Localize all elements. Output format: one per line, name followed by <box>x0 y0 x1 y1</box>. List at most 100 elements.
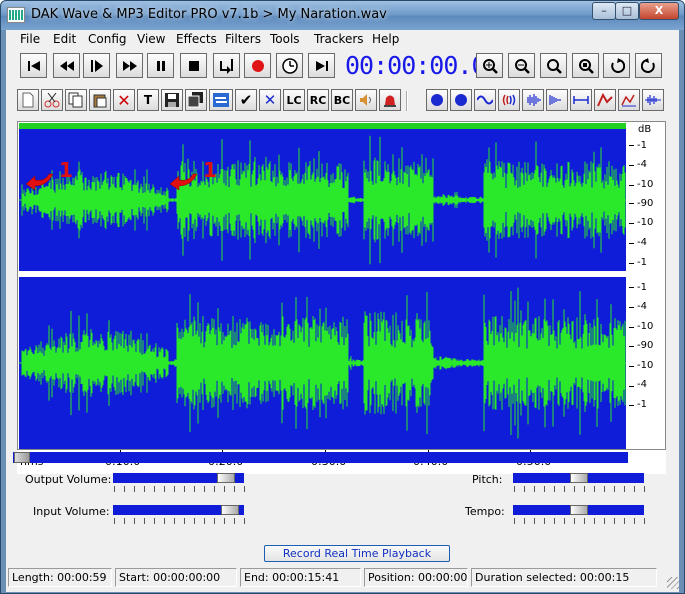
pitch-slider[interactable] <box>513 473 644 483</box>
rc-button[interactable]: RC <box>307 89 329 111</box>
menu-tools[interactable]: Tools <box>270 32 300 46</box>
scissors-icon <box>44 92 60 108</box>
effect-wave-c-button[interactable] <box>546 89 568 111</box>
new-button[interactable] <box>17 89 39 111</box>
menu-effects[interactable]: Effects <box>176 32 217 46</box>
close-button[interactable]: X <box>639 2 679 20</box>
effect-stretch-button[interactable] <box>642 89 664 111</box>
stop-button[interactable] <box>180 53 207 78</box>
right-channel-waveform[interactable] <box>19 277 626 449</box>
undo-button[interactable] <box>603 53 630 78</box>
waveform-path <box>21 135 626 265</box>
effect-echo-button[interactable] <box>498 89 520 111</box>
redo-button[interactable] <box>635 53 662 78</box>
input-volume-slider[interactable] <box>113 505 244 515</box>
slider-knob[interactable] <box>217 473 235 483</box>
app-icon[interactable] <box>7 7 25 23</box>
marker-label[interactable]: 1 <box>203 158 217 182</box>
scale-tick <box>629 386 634 387</box>
record-real-time-playback-button[interactable]: Record Real Time Playback <box>264 545 450 562</box>
menu-help[interactable]: Help <box>372 32 399 46</box>
rewind-icon <box>59 60 74 71</box>
blue-dot-icon <box>455 94 467 106</box>
delete-button[interactable]: ✕ <box>113 89 135 111</box>
effect-wave-a-button[interactable] <box>474 89 496 111</box>
slider-ticks <box>114 518 245 524</box>
effect-range-button[interactable] <box>570 89 592 111</box>
scale-tick <box>629 346 634 347</box>
fast-forward-icon <box>122 60 137 71</box>
save-all-button[interactable] <box>185 89 207 111</box>
swap-button[interactable] <box>209 89 233 111</box>
lc-button[interactable]: LC <box>283 89 305 111</box>
slider-knob[interactable] <box>570 473 588 483</box>
menu-trackers[interactable]: Trackers <box>314 32 364 46</box>
title-bar[interactable]: DAK Wave & MP3 Editor PRO v7.1b > My Nar… <box>1 1 684 30</box>
cut-button[interactable] <box>41 89 63 111</box>
db-label: -90 <box>637 340 654 351</box>
zoom-selection-button[interactable] <box>572 53 599 78</box>
pause-button[interactable] <box>147 53 174 78</box>
slider-knob[interactable] <box>221 505 239 515</box>
scale-tick <box>629 287 634 288</box>
menu-config[interactable]: Config <box>88 32 127 46</box>
record-button[interactable] <box>244 53 271 78</box>
waveform-path <box>21 287 626 439</box>
skip-to-start-button[interactable] <box>20 53 47 78</box>
save-button[interactable] <box>161 89 183 111</box>
db-label: -90 <box>637 198 654 209</box>
save-all-icon <box>188 92 203 108</box>
bc-button[interactable]: BC <box>331 89 353 111</box>
play-loop-button[interactable] <box>213 53 240 78</box>
resize-grip[interactable] <box>667 577 679 589</box>
tempo-slider[interactable] <box>513 505 644 515</box>
horizontal-scrollbar[interactable] <box>13 452 628 463</box>
status-position: Position: 00:00:00:00 <box>364 568 468 587</box>
copy-button[interactable] <box>65 89 87 111</box>
play-button[interactable] <box>83 53 110 78</box>
volume-button[interactable] <box>355 89 377 111</box>
db-label: -4 <box>637 301 647 312</box>
rewind-button[interactable] <box>53 53 80 78</box>
echo-icon <box>502 94 516 106</box>
output-volume-slider[interactable] <box>113 473 244 483</box>
maximize-button[interactable]: □ <box>615 2 639 20</box>
zoom-out-button[interactable] <box>508 53 535 78</box>
copy-icon <box>68 92 83 108</box>
fast-forward-button[interactable] <box>116 53 143 78</box>
menu-file[interactable]: File <box>20 32 40 46</box>
zoom-fit-button[interactable] <box>540 53 567 78</box>
menu-view[interactable]: View <box>137 32 165 46</box>
tempo-label: Tempo: <box>465 505 505 518</box>
stop-icon <box>188 60 199 71</box>
menu-filters[interactable]: Filters <box>225 32 261 46</box>
channel-separator <box>19 273 626 275</box>
effect-dot-a-button[interactable] <box>426 89 448 111</box>
effect-graph-button[interactable] <box>618 89 640 111</box>
input-volume-label: Input Volume: <box>33 505 110 518</box>
alarm-button[interactable] <box>379 89 401 111</box>
zoom-in-button[interactable] <box>476 53 503 78</box>
skip-to-end-button[interactable] <box>308 53 335 78</box>
effect-dot-b-button[interactable] <box>450 89 472 111</box>
db-label: -1 <box>637 140 647 151</box>
timer-button[interactable] <box>276 53 303 78</box>
edit-toolbar: ✕ T ✔ ✕ LC RC BC <box>6 85 679 115</box>
scrollbar-thumb[interactable] <box>14 452 30 463</box>
slider-knob[interactable] <box>570 505 588 515</box>
accept-button[interactable]: ✔ <box>235 89 257 111</box>
cancel-button[interactable]: ✕ <box>259 89 281 111</box>
effect-wave-b-button[interactable] <box>522 89 544 111</box>
text-button[interactable]: T <box>137 89 159 111</box>
marker-label[interactable]: 1 <box>59 158 73 182</box>
paste-button[interactable] <box>89 89 111 111</box>
scale-tick <box>629 366 634 367</box>
left-channel-waveform[interactable]: 1 1 <box>19 129 626 271</box>
minimize-button[interactable]: – <box>592 2 616 20</box>
timer-icon <box>281 57 298 74</box>
status-start: Start: 00:00:00:00 <box>115 568 237 587</box>
waveform-panel[interactable]: 1 1 dB -1 -4 -10 -90 -10 -4 -1 -1 -4 -10… <box>17 121 666 450</box>
menu-edit[interactable]: Edit <box>53 32 76 46</box>
status-bar: Length: 00:00:59 Start: 00:00:00:00 End:… <box>6 565 679 589</box>
effect-peak-button[interactable] <box>594 89 616 111</box>
